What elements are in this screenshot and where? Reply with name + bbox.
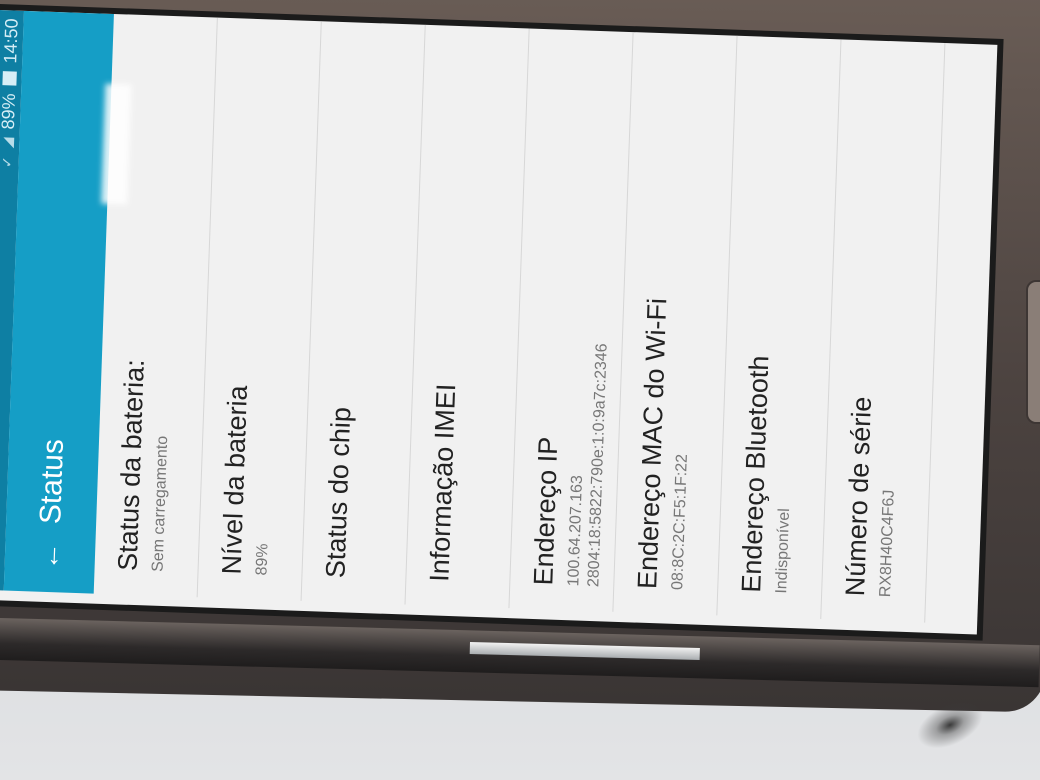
status-screen: ✓ ◢ 89% 14:50 ← Status Status da bateria… (0, 10, 997, 625)
battery-percent: 89% (0, 93, 19, 130)
list-item-serial-number[interactable]: Número de série RX8H40C4F6J (821, 39, 946, 623)
list-item-battery-level[interactable]: Nível da bateria 89% (197, 17, 322, 601)
item-title: Status do chip (320, 406, 357, 579)
page-title: Status (34, 438, 71, 525)
list-item-wifi-mac[interactable]: Endereço MAC do Wi-Fi 08:8C:2C:F5:1F:22 (613, 32, 738, 616)
notification-icon: ✓ (0, 155, 15, 169)
item-title: Informação IMEI (424, 383, 462, 583)
home-button[interactable] (1026, 280, 1040, 424)
screen-glare (101, 83, 132, 205)
battery-icon (2, 71, 17, 86)
back-arrow-icon[interactable]: ← (33, 542, 66, 571)
clock: 14:50 (0, 18, 22, 64)
signal-icon: ◢ (0, 137, 16, 149)
list-item-ip-address[interactable]: Endereço IP 100.64.207.163 2804:18:5822:… (509, 28, 634, 612)
list-item-sim-status[interactable]: Status do chip (301, 21, 426, 605)
phone-screen: ✓ ◢ 89% 14:50 ← Status Status da bateria… (0, 10, 998, 635)
list-item-imei[interactable]: Informação IMEI (405, 24, 530, 609)
status-list: Status da bateria: Sem carregamento Níve… (93, 13, 946, 623)
list-item-bluetooth[interactable]: Endereço Bluetooth Indisponível (717, 35, 842, 620)
